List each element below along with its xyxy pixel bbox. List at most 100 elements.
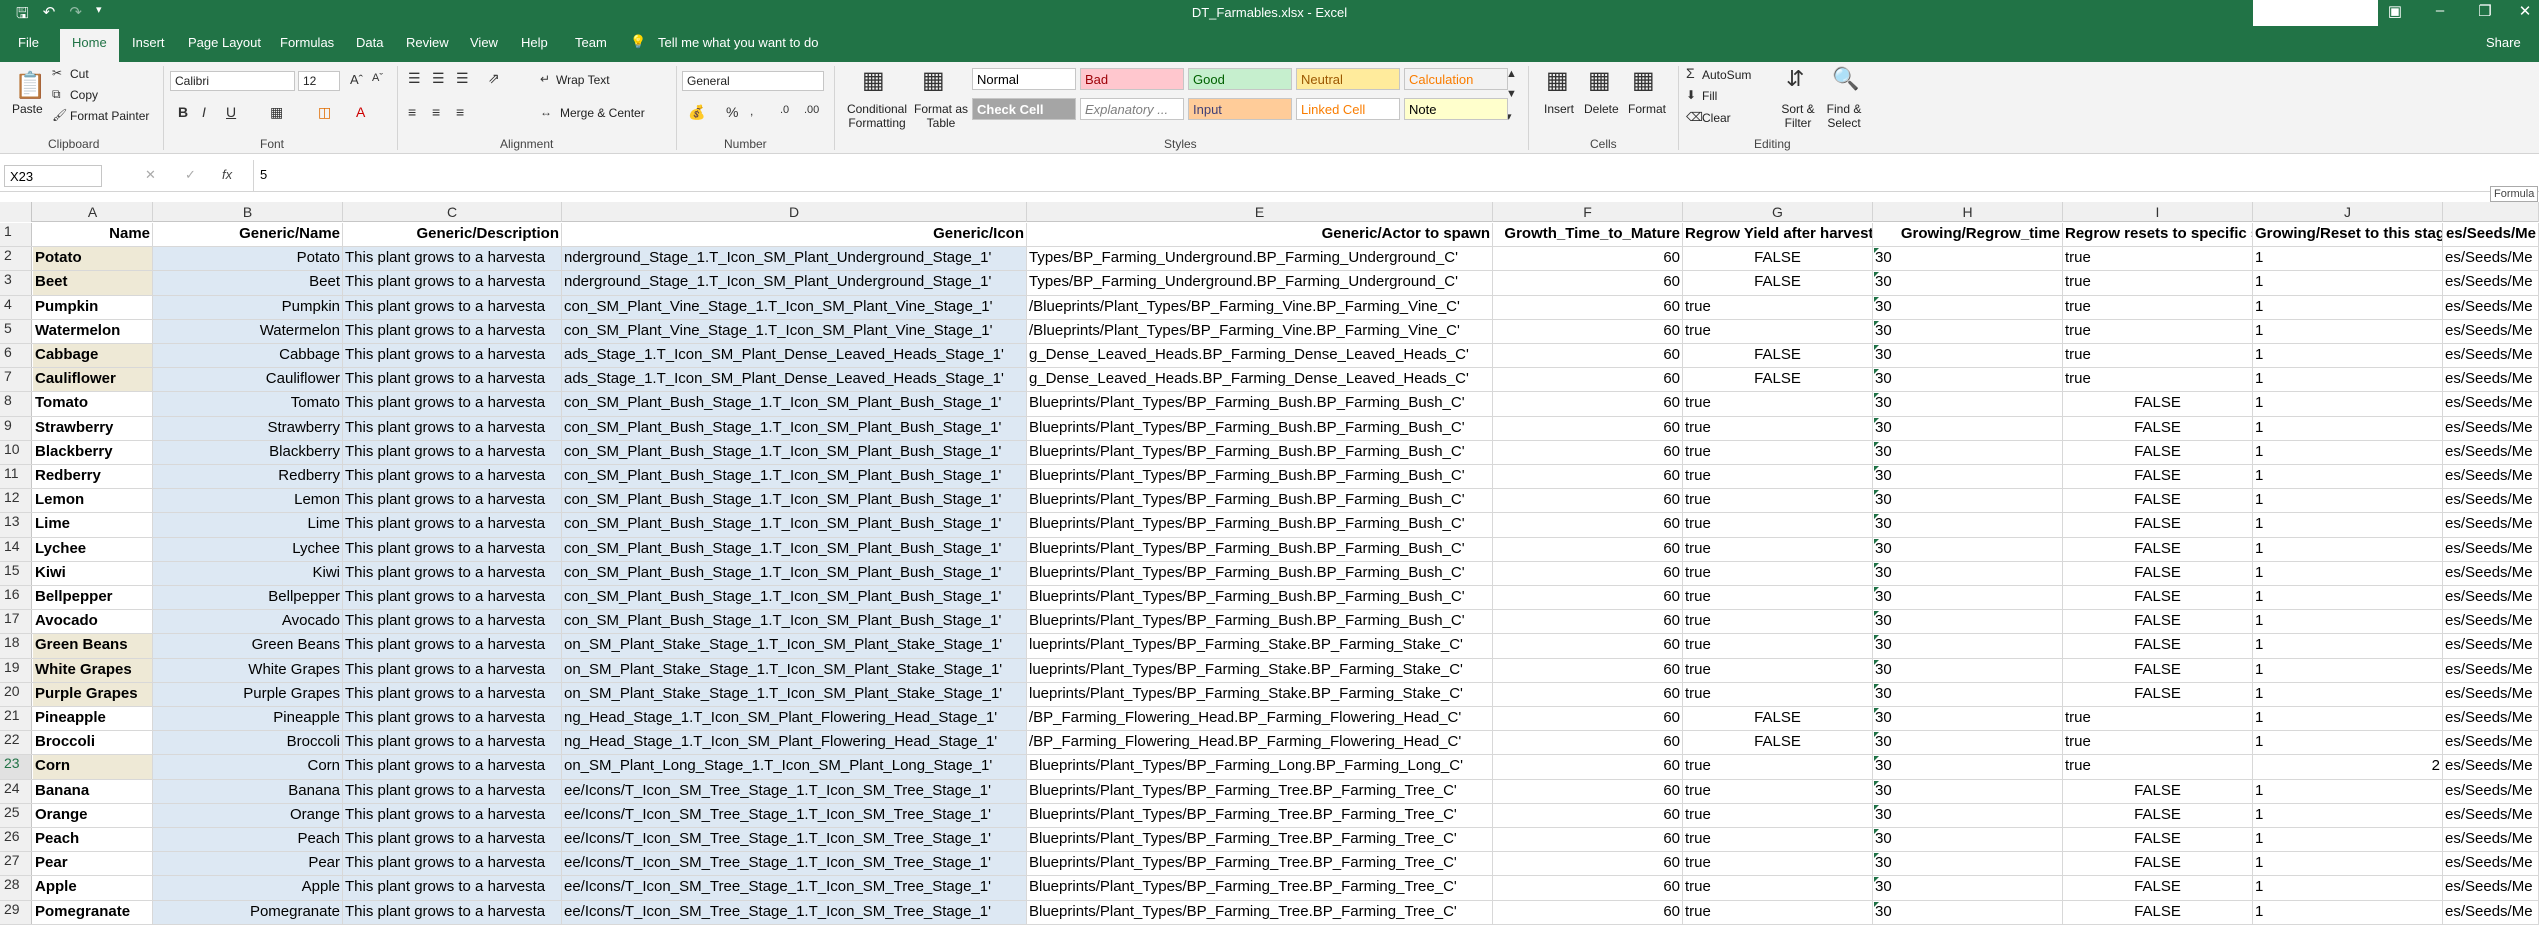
- cell-i[interactable]: FALSE: [2063, 610, 2253, 634]
- cell-e[interactable]: Blueprints/Plant_Types/BP_Farming_Tree.B…: [1027, 876, 1493, 900]
- cell-k[interactable]: es/Seeds/Me: [2443, 513, 2539, 537]
- cell-f[interactable]: 60: [1493, 586, 1683, 610]
- insert-function-icon[interactable]: fx: [222, 167, 232, 182]
- cell-f[interactable]: 60: [1493, 682, 1683, 706]
- cell-e[interactable]: Blueprints/Plant_Types/BP_Farming_Tree.B…: [1027, 803, 1493, 827]
- row-header[interactable]: 10: [0, 440, 32, 464]
- cell-f[interactable]: 60: [1493, 344, 1683, 368]
- cell-j[interactable]: 1: [2253, 610, 2443, 634]
- format-cells-button[interactable]: Format: [1628, 102, 1666, 116]
- tab-insert[interactable]: Insert: [132, 35, 165, 50]
- cell-f[interactable]: 60: [1493, 561, 1683, 585]
- cell-f[interactable]: 60: [1493, 900, 1683, 924]
- cell-j[interactable]: 1: [2253, 779, 2443, 803]
- cell-e[interactable]: Generic/Actor to spawn: [1027, 223, 1493, 247]
- cell-h[interactable]: 30: [1873, 561, 2063, 585]
- cell-k[interactable]: es/Seeds/Me: [2443, 344, 2539, 368]
- cell-f[interactable]: 60: [1493, 537, 1683, 561]
- cell-h[interactable]: 30: [1873, 900, 2063, 924]
- cell-g[interactable]: true: [1683, 392, 1873, 416]
- cell-c[interactable]: This plant grows to a harvesta: [343, 900, 562, 924]
- cell-g[interactable]: true: [1683, 319, 1873, 343]
- cell-k[interactable]: es/Seeds/Me: [2443, 586, 2539, 610]
- cell-f[interactable]: 60: [1493, 755, 1683, 779]
- cell-f[interactable]: 60: [1493, 247, 1683, 271]
- share-button[interactable]: Share: [2486, 35, 2521, 50]
- row-header[interactable]: 4: [0, 295, 32, 319]
- column-header-h[interactable]: H: [1873, 202, 2063, 222]
- decrease-font-icon[interactable]: Aˇ: [372, 72, 383, 84]
- autosum-button[interactable]: AutoSum: [1702, 68, 1751, 82]
- confirm-entry-icon[interactable]: ✓: [185, 167, 196, 183]
- cell-f[interactable]: 60: [1493, 513, 1683, 537]
- cell-c[interactable]: This plant grows to a harvesta: [343, 876, 562, 900]
- number-format-dropdown[interactable]: General: [682, 71, 824, 91]
- cell-a[interactable]: Apple: [33, 876, 153, 900]
- cell-style-normal[interactable]: Normal: [972, 68, 1076, 90]
- row-header[interactable]: 5: [0, 319, 32, 343]
- cell-b[interactable]: Cabbage: [153, 344, 343, 368]
- cell-h[interactable]: 30: [1873, 344, 2063, 368]
- cell-i[interactable]: FALSE: [2063, 465, 2253, 489]
- cell-h[interactable]: Growing/Regrow_time: [1873, 223, 2063, 247]
- cell-b[interactable]: Lychee: [153, 537, 343, 561]
- cell-g[interactable]: true: [1683, 876, 1873, 900]
- row-header[interactable]: 2: [0, 247, 32, 271]
- cell-e[interactable]: /BP_Farming_Flowering_Head.BP_Farming_Fl…: [1027, 731, 1493, 755]
- cell-j[interactable]: 1: [2253, 707, 2443, 731]
- ribbon-display-icon[interactable]: ▣: [2380, 2, 2410, 20]
- cell-b[interactable]: Pomegranate: [153, 900, 343, 924]
- cell-c[interactable]: This plant grows to a harvesta: [343, 731, 562, 755]
- tab-data[interactable]: Data: [356, 35, 383, 50]
- cell-h[interactable]: 30: [1873, 876, 2063, 900]
- cell-style-linked-cell[interactable]: Linked Cell: [1296, 98, 1400, 120]
- cell-c[interactable]: Generic/Description: [343, 223, 562, 247]
- select-all-corner[interactable]: [0, 202, 32, 222]
- conditional-formatting-button[interactable]: Conditional Formatting: [842, 102, 912, 130]
- cell-b[interactable]: Peach: [153, 828, 343, 852]
- cell-a[interactable]: Redberry: [33, 465, 153, 489]
- cell-b[interactable]: Green Beans: [153, 634, 343, 658]
- row-header[interactable]: 18: [0, 634, 32, 658]
- minimize-icon[interactable]: –: [2425, 2, 2455, 19]
- currency-icon[interactable]: 💰: [688, 104, 705, 121]
- cell-i[interactable]: FALSE: [2063, 852, 2253, 876]
- row-header[interactable]: 14: [0, 537, 32, 561]
- cell-g[interactable]: true: [1683, 440, 1873, 464]
- cell-h[interactable]: 30: [1873, 634, 2063, 658]
- cell-k[interactable]: es/Seeds/Me: [2443, 537, 2539, 561]
- decrease-decimal-icon[interactable]: .00: [804, 104, 819, 116]
- cell-a[interactable]: Name: [33, 223, 153, 247]
- cell-e[interactable]: Blueprints/Plant_Types/BP_Farming_Bush.B…: [1027, 465, 1493, 489]
- cell-b[interactable]: Corn: [153, 755, 343, 779]
- cell-h[interactable]: 30: [1873, 779, 2063, 803]
- cell-f[interactable]: 60: [1493, 634, 1683, 658]
- cell-j[interactable]: 1: [2253, 489, 2443, 513]
- cell-h[interactable]: 30: [1873, 537, 2063, 561]
- cell-a[interactable]: Corn: [33, 755, 153, 779]
- paste-button[interactable]: Paste: [12, 102, 43, 116]
- cell-e[interactable]: /Blueprints/Plant_Types/BP_Farming_Vine.…: [1027, 319, 1493, 343]
- cut-button[interactable]: Cut: [70, 67, 89, 81]
- cell-k[interactable]: es/Seeds/Me: [2443, 876, 2539, 900]
- cell-a[interactable]: Pomegranate: [33, 900, 153, 924]
- cell-j[interactable]: 1: [2253, 368, 2443, 392]
- cell-c[interactable]: This plant grows to a harvesta: [343, 803, 562, 827]
- row-header[interactable]: 8: [0, 392, 32, 416]
- cell-e[interactable]: Blueprints/Plant_Types/BP_Farming_Tree.B…: [1027, 900, 1493, 924]
- cell-c[interactable]: This plant grows to a harvesta: [343, 586, 562, 610]
- cell-e[interactable]: Types/BP_Farming_Underground.BP_Farming_…: [1027, 247, 1493, 271]
- cell-i[interactable]: FALSE: [2063, 634, 2253, 658]
- cell-c[interactable]: This plant grows to a harvesta: [343, 779, 562, 803]
- cell-h[interactable]: 30: [1873, 658, 2063, 682]
- cell-g[interactable]: true: [1683, 755, 1873, 779]
- cell-c[interactable]: This plant grows to a harvesta: [343, 610, 562, 634]
- cell-j[interactable]: 1: [2253, 682, 2443, 706]
- cell-b[interactable]: Kiwi: [153, 561, 343, 585]
- orientation-icon[interactable]: ⇗: [488, 70, 500, 87]
- cell-f[interactable]: 60: [1493, 852, 1683, 876]
- cell-d[interactable]: nderground_Stage_1.T_Icon_SM_Plant_Under…: [562, 271, 1027, 295]
- cell-d[interactable]: con_SM_Plant_Bush_Stage_1.T_Icon_SM_Plan…: [562, 489, 1027, 513]
- cell-style-good[interactable]: Good: [1188, 68, 1292, 90]
- row-header[interactable]: 12: [0, 489, 32, 513]
